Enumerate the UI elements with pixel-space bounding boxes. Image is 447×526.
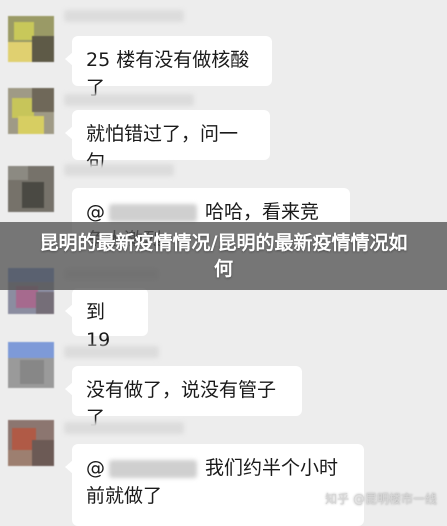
headline-overlay: 昆明的最新疫情情况/昆明的最新疫情情况如何 — [0, 222, 447, 290]
avatar[interactable] — [8, 16, 54, 62]
message-bubble[interactable]: 就怕错过了，问一句 — [65, 110, 270, 173]
mention-symbol: @ — [86, 457, 105, 479]
avatar[interactable] — [8, 342, 54, 388]
avatar[interactable] — [8, 166, 54, 212]
mention-name-blurred — [109, 203, 197, 222]
avatar[interactable] — [8, 88, 54, 134]
message-bubble[interactable]: @ 我们约半个小时前就做了 — [65, 444, 364, 526]
watermark: 知乎 @昆明楼市一线 — [325, 492, 437, 506]
avatar[interactable] — [8, 420, 54, 466]
message-text: 到 19 — [86, 301, 111, 351]
sender-name-blurred — [64, 10, 184, 22]
mention-name-blurred — [109, 459, 197, 478]
sender-name-blurred — [64, 346, 159, 358]
sender-name-blurred — [64, 422, 184, 434]
headline-title: 昆明的最新疫情情况/昆明的最新疫情情况如何 — [39, 232, 408, 280]
message-bubble[interactable]: 到 19 — [65, 288, 148, 351]
mention-symbol: @ — [86, 201, 105, 223]
sender-name-blurred — [64, 94, 194, 106]
message-bubble[interactable]: 没有做了，说没有管子了 — [65, 366, 302, 429]
message-text: 25 楼有没有做核酸了 — [86, 49, 250, 99]
message-bubble[interactable]: 25 楼有没有做核酸了 — [65, 36, 272, 99]
sender-name-blurred — [64, 164, 174, 176]
